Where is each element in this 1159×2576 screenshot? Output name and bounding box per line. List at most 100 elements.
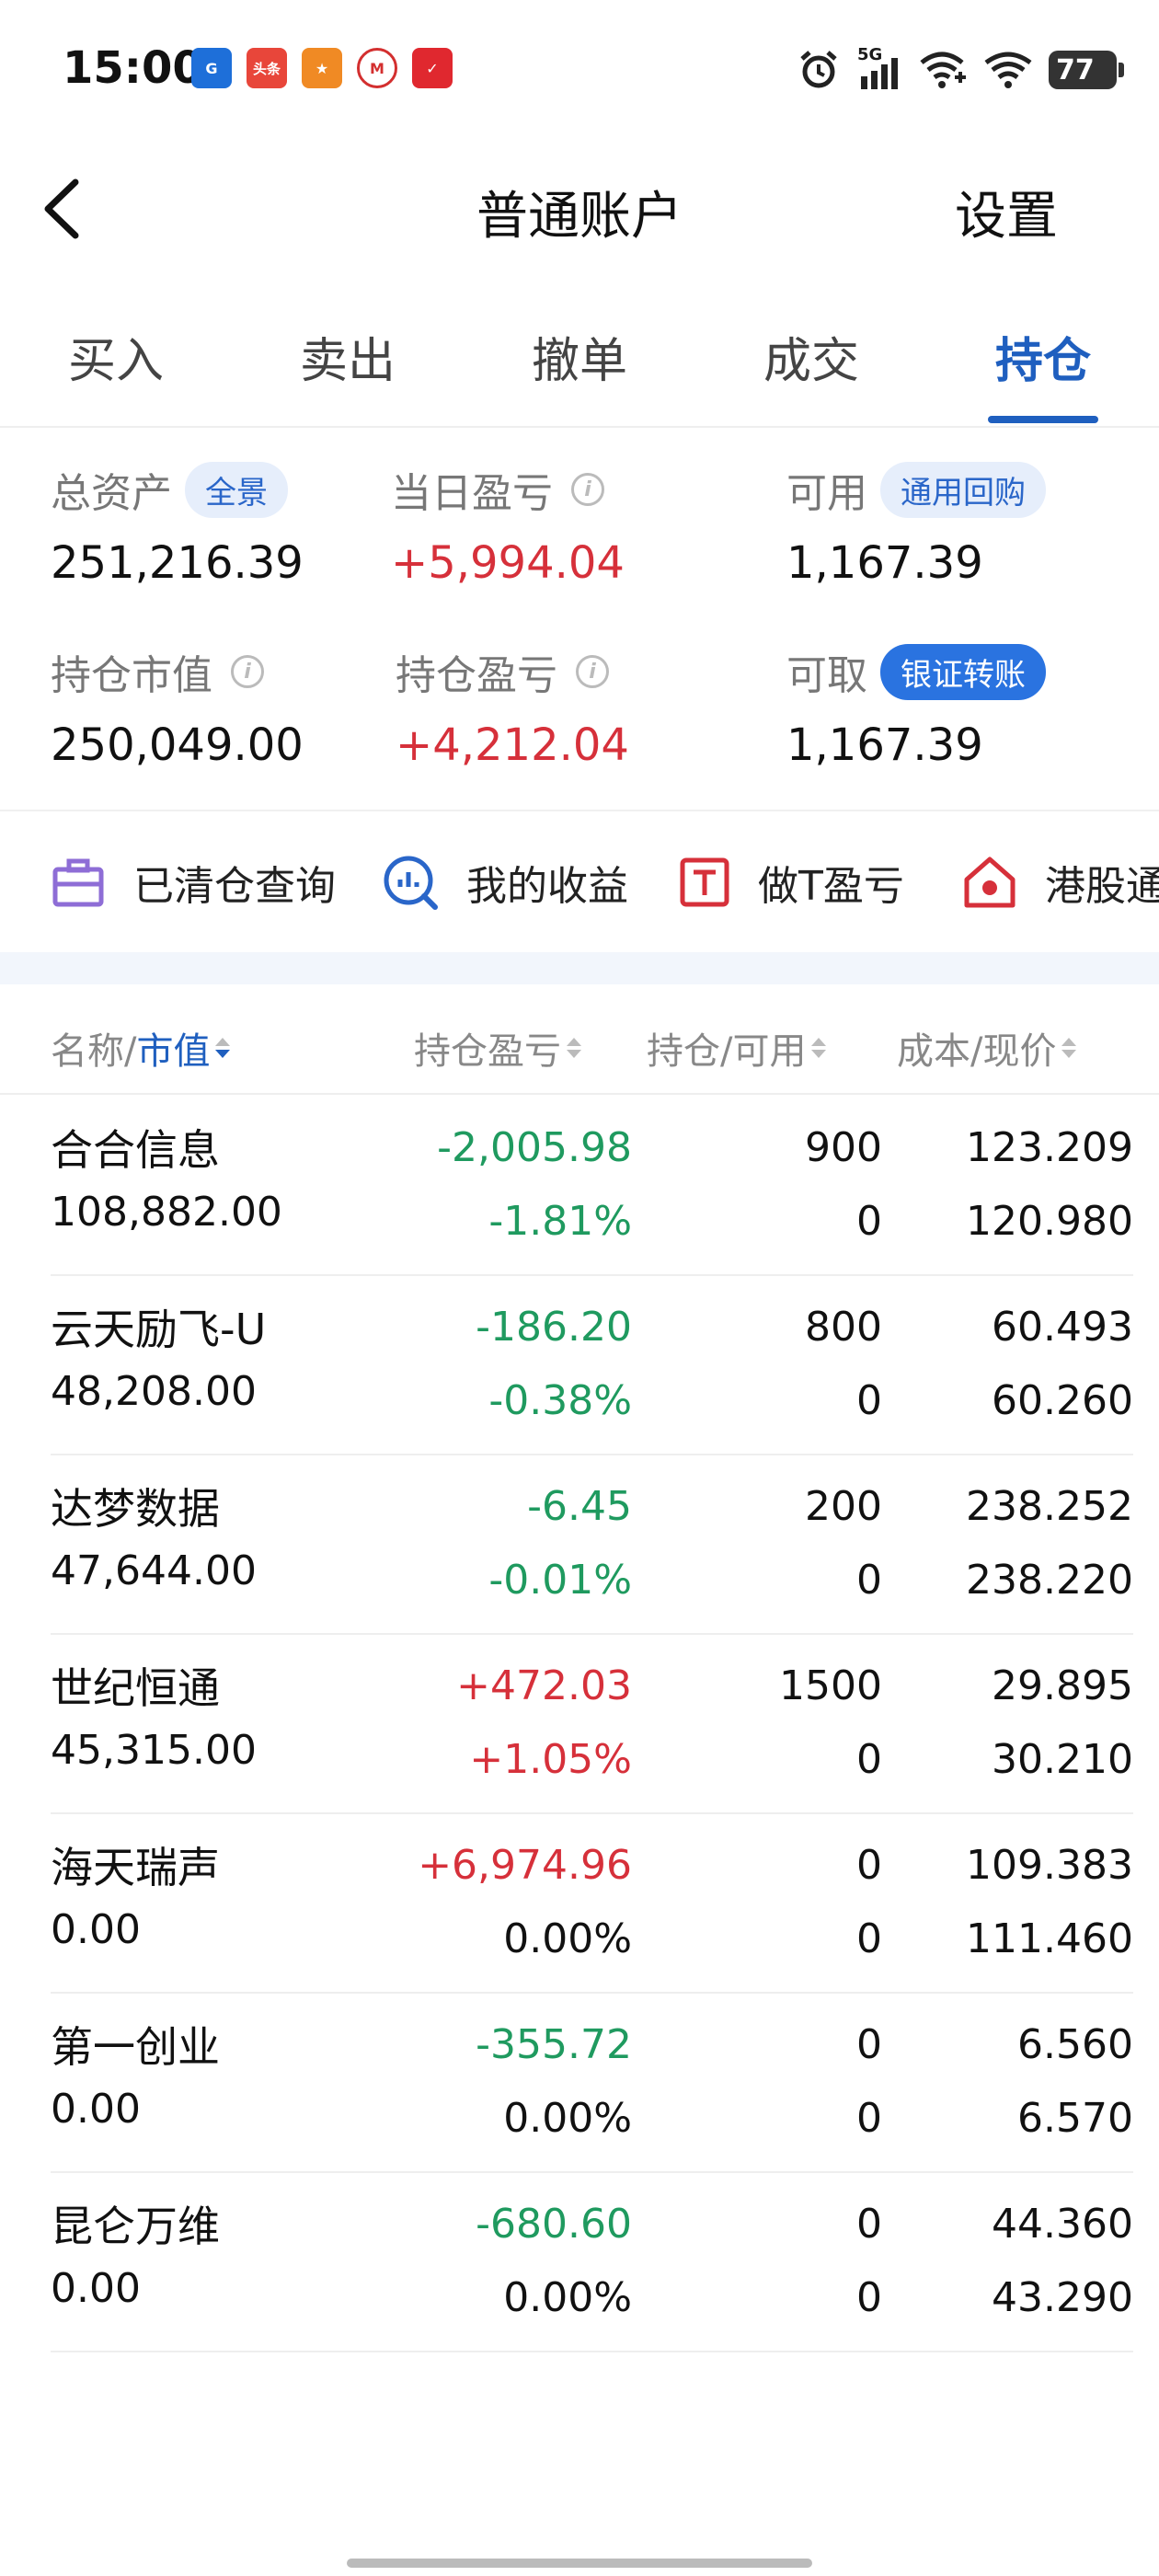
withdrawable-funds: 可取 银证转账 1,167.39 (786, 642, 1046, 771)
position-pl-pct: -1.81% (488, 1198, 632, 1245)
bank-app-icon: M (357, 48, 397, 88)
position-pl-pct: 0.00% (503, 2095, 632, 2142)
withdrawable-value: 1,167.39 (786, 719, 983, 771)
cleared-positions-button[interactable]: 已清仓查询 (51, 853, 336, 912)
position-qty: 900 (805, 1124, 882, 1171)
col-price-label: 成本/现价 (897, 1030, 1057, 1073)
wifi-icon (984, 52, 1032, 88)
available-qty: 0 (856, 1198, 882, 1245)
system-icons: 5G 77 (797, 45, 1124, 92)
position-pl-pct: 0.00% (503, 2274, 632, 2321)
col-price-header[interactable]: 成本/现价 (897, 1021, 1077, 1075)
available-qty: 0 (856, 1736, 882, 1783)
cost-price: 29.895 (992, 1662, 1133, 1709)
position-qty: 0 (856, 2201, 882, 2248)
hk-connect-label: 港股通 (1045, 863, 1159, 910)
info-icon[interactable]: i (576, 655, 609, 688)
current-price: 120.980 (966, 1198, 1133, 1245)
position-pl-pct: -0.01% (488, 1557, 632, 1604)
toutiao-app-icon: 头条 (247, 48, 287, 88)
total-assets: 总资产 全景 251,216.39 (51, 460, 304, 589)
info-icon[interactable]: i (571, 473, 604, 506)
hk-connect-button[interactable]: 港股通 (962, 853, 1159, 912)
cost-price: 123.209 (966, 1124, 1133, 1171)
available-qty: 0 (856, 2274, 882, 2321)
stock-market-value: 0.00 (51, 2265, 141, 2312)
available-qty: 0 (856, 1377, 882, 1424)
sort-desc-icon (215, 1036, 231, 1060)
bank-transfer-button[interactable]: 银证转账 (880, 643, 1046, 700)
table-row[interactable]: 云天励飞-U 48,208.00 -186.20 -0.38% 800 0 60… (51, 1276, 1133, 1455)
my-earnings-label: 我的收益 (466, 863, 628, 910)
app-orange-icon: ★ (302, 48, 342, 88)
position-pl: -6.45 (527, 1483, 632, 1530)
total-assets-value: 251,216.39 (51, 537, 304, 589)
position-qty: 0 (856, 1842, 882, 1889)
col-name-header[interactable]: 名称/市值 (51, 1021, 231, 1075)
position-pl-pct: -0.38% (488, 1377, 632, 1424)
position-pl: -2,005.98 (437, 1124, 632, 1171)
t-trade-pl-button[interactable]: 做T盈亏 (679, 853, 904, 912)
position-qty: 0 (856, 2021, 882, 2068)
stock-name: 世纪恒通 (51, 1663, 220, 1713)
hk-flower-icon (964, 857, 1016, 908)
status-time: 15:00 (63, 42, 203, 94)
sort-icon (567, 1036, 581, 1060)
stock-name: 云天励飞-U (51, 1305, 267, 1354)
table-row[interactable]: 第一创业 0.00 -355.72 0.00% 0 0 6.560 6.570 (51, 1994, 1133, 2173)
available-qty: 0 (856, 1915, 882, 1962)
positions-list: 合合信息 108,882.00 -2,005.98 -1.81% 900 0 1… (0, 1097, 1159, 2352)
info-icon[interactable]: i (231, 655, 264, 688)
cleared-positions-label: 已清仓查询 (133, 863, 336, 910)
available-qty: 0 (856, 1557, 882, 1604)
repo-button[interactable]: 通用回购 (880, 461, 1046, 518)
position-qty: 1500 (779, 1662, 882, 1709)
stock-market-value: 48,208.00 (51, 1368, 257, 1415)
my-earnings-button[interactable]: 我的收益 (382, 853, 628, 912)
stock-market-value: 0.00 (51, 2086, 141, 2133)
table-row[interactable]: 海天瑞声 0.00 +6,974.96 0.00% 0 0 109.383 11… (51, 1814, 1133, 1994)
col-qty-label: 持仓/可用 (647, 1030, 807, 1073)
account-summary: 总资产 全景 251,216.39 当日盈亏 i +5,994.04 可用 通用… (0, 432, 1159, 810)
position-pl-pct: +1.05% (469, 1736, 632, 1783)
status-bar: 15:00 G 头条 ★ M ✓ 5G 77 (0, 0, 1159, 138)
col-qty-header[interactable]: 持仓/可用 (647, 1021, 827, 1075)
alarm-icon (800, 51, 837, 88)
position-pl-label: 持仓盈亏 (396, 652, 557, 699)
notification-icons: G 头条 ★ M ✓ (191, 48, 453, 88)
daily-pl-label: 当日盈亏 (391, 470, 553, 517)
stock-market-value: 45,315.00 (51, 1727, 257, 1774)
table-row[interactable]: 合合信息 108,882.00 -2,005.98 -1.81% 900 0 1… (51, 1097, 1133, 1276)
tab-sell[interactable]: 卖出 (256, 322, 440, 391)
position-pl: -680.60 (476, 2201, 632, 2248)
col-name-label: 名称/ (51, 1030, 137, 1073)
stock-name: 第一创业 (51, 2022, 220, 2072)
sort-icon (811, 1036, 827, 1060)
tab-positions[interactable]: 持仓 (951, 322, 1135, 391)
table-row[interactable]: 世纪恒通 45,315.00 +472.03 +1.05% 1500 0 29.… (51, 1635, 1133, 1814)
daily-pl-value: +5,994.04 (391, 537, 625, 589)
market-value-amount: 250,049.00 (51, 719, 304, 771)
wifi-plus-icon (920, 52, 966, 88)
tab-deals[interactable]: 成交 (719, 322, 903, 391)
trade-tabs: 买入 卖出 撤单 成交 持仓 (0, 313, 1159, 428)
available-value: 1,167.39 (786, 537, 983, 589)
quick-menu: 已清仓查询 我的收益 做T盈亏 港股通 (0, 810, 1159, 957)
available-label: 可用 (786, 470, 867, 517)
position-pl: +6,974.96 (418, 1842, 632, 1889)
table-row[interactable]: 达梦数据 47,644.00 -6.45 -0.01% 200 0 238.25… (51, 1455, 1133, 1635)
table-row[interactable]: 昆仑万维 0.00 -680.60 0.00% 0 0 44.360 43.29… (51, 2173, 1133, 2352)
tab-cancel-order[interactable]: 撤单 (488, 322, 671, 391)
nav-bar: 普通账户 设置 (0, 156, 1159, 258)
cost-price: 109.383 (966, 1842, 1133, 1889)
current-price: 111.460 (966, 1915, 1133, 1962)
current-price: 43.290 (992, 2274, 1133, 2321)
position-qty: 800 (805, 1304, 882, 1351)
home-indicator[interactable] (347, 2559, 812, 2568)
col-pl-header[interactable]: 持仓盈亏 (414, 1021, 581, 1075)
panorama-button[interactable]: 全景 (185, 461, 288, 518)
position-pl-pct: 0.00% (503, 1915, 632, 1962)
position-pl: +472.03 (456, 1662, 632, 1709)
tab-buy[interactable]: 买入 (24, 322, 208, 391)
settings-button[interactable]: 设置 (955, 175, 1058, 249)
